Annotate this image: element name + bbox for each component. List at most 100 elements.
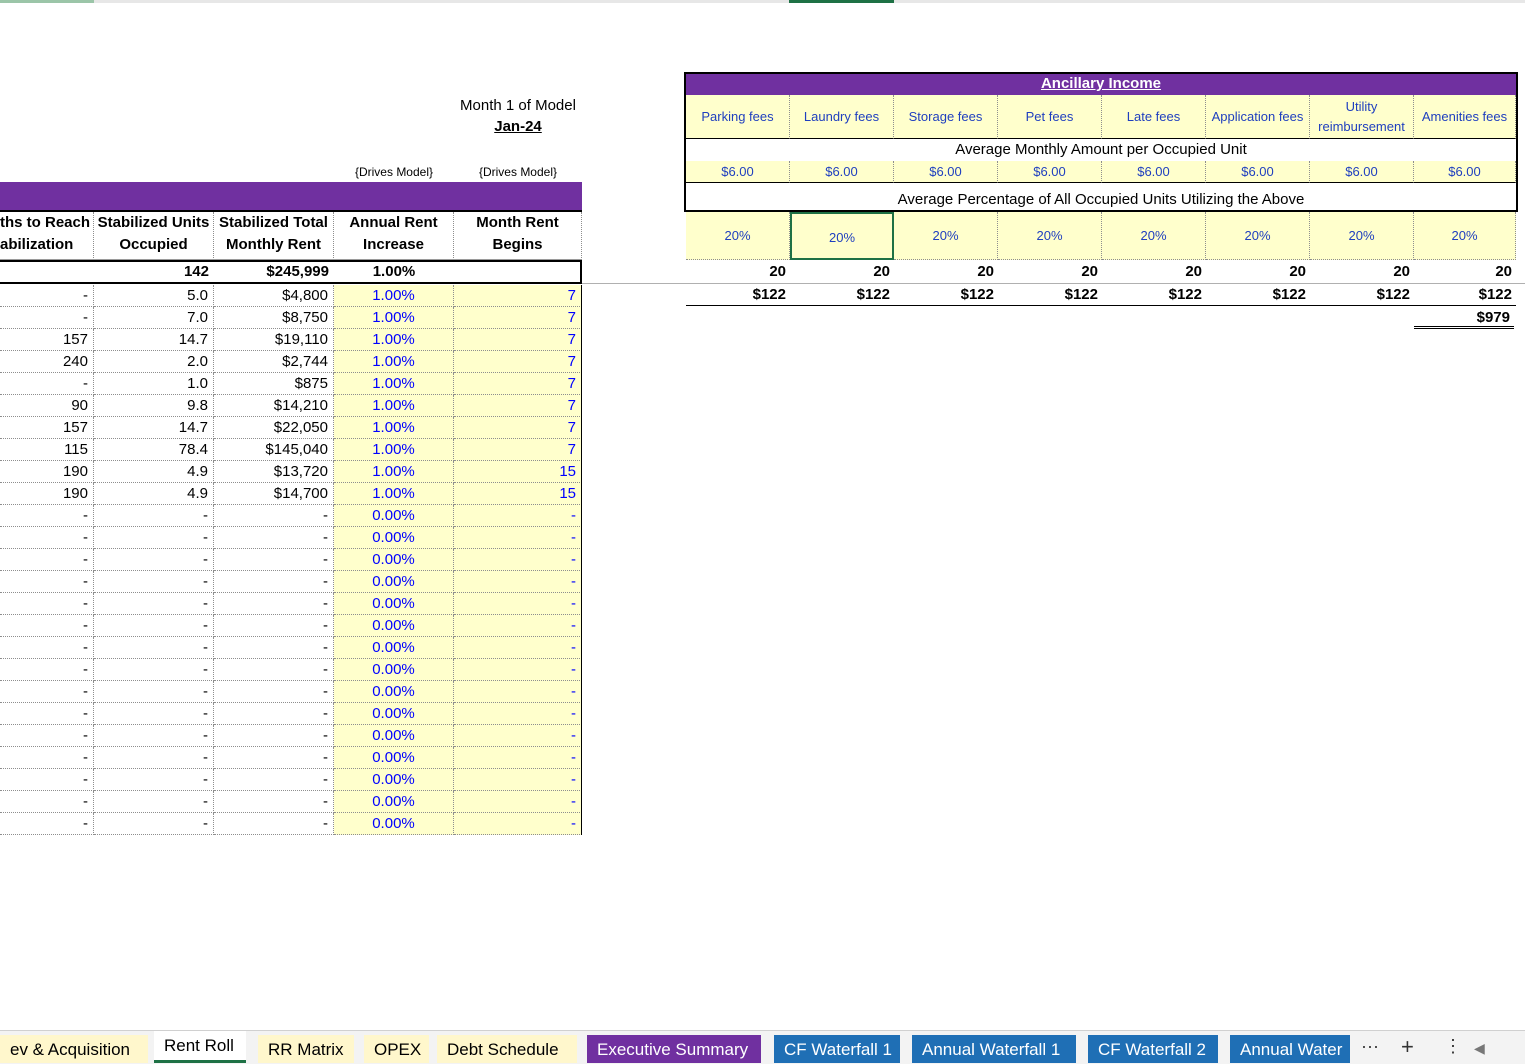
rent-cell[interactable]: - <box>454 747 582 769</box>
rent-cell: - <box>214 593 334 615</box>
sheet-tab[interactable]: Annual Water <box>1230 1035 1350 1063</box>
rent-cell[interactable]: 1.00% <box>334 483 454 505</box>
rent-cell[interactable]: 0.00% <box>334 769 454 791</box>
rent-cell[interactable]: 7 <box>454 373 582 395</box>
rent-col-header-line2: abilization <box>0 236 74 253</box>
rent-cell: - <box>214 659 334 681</box>
rent-cell[interactable]: - <box>454 791 582 813</box>
rent-cell[interactable]: - <box>454 703 582 725</box>
rent-cell: - <box>94 505 214 527</box>
rent-cell: 5.0 <box>94 285 214 307</box>
rent-cell[interactable]: 0.00% <box>334 505 454 527</box>
ancillary-pct-cell[interactable]: 20% <box>998 212 1102 260</box>
ancillary-pct-cell[interactable]: 20% <box>1310 212 1414 260</box>
rent-cell[interactable]: 1.00% <box>334 395 454 417</box>
rent-cell[interactable]: - <box>454 571 582 593</box>
ancillary-amount-cell[interactable]: $6.00 <box>998 161 1102 183</box>
rent-cell[interactable]: 0.00% <box>334 681 454 703</box>
scroll-left-icon[interactable]: ◀ <box>1474 1040 1485 1057</box>
add-sheet-icon[interactable]: + <box>1401 1034 1414 1060</box>
month-value[interactable]: Jan-24 <box>454 118 582 135</box>
ancillary-units-cell: 20 <box>1289 263 1306 280</box>
rent-cell: 9.8 <box>94 395 214 417</box>
ancillary-pct-cell[interactable]: 20% <box>790 212 894 260</box>
rent-cell[interactable]: 0.00% <box>334 703 454 725</box>
ancillary-amount-cell[interactable]: $6.00 <box>686 161 790 183</box>
rent-cell[interactable]: 0.00% <box>334 747 454 769</box>
rent-cell: - <box>94 637 214 659</box>
rent-cell[interactable]: 1.00% <box>334 329 454 351</box>
sheet-tab[interactable]: RR Matrix <box>258 1035 354 1063</box>
rent-cell[interactable]: 7 <box>454 417 582 439</box>
rent-cell[interactable]: 1.00% <box>334 351 454 373</box>
ancillary-pct-band: Average Percentage of All Occupied Units… <box>686 189 1516 211</box>
rent-cell[interactable]: - <box>454 769 582 791</box>
rent-cell[interactable]: 7 <box>454 439 582 461</box>
rent-cell[interactable]: 7 <box>454 351 582 373</box>
rent-cell[interactable]: 7 <box>454 395 582 417</box>
ancillary-pct-cell[interactable]: 20% <box>1102 212 1206 260</box>
rent-cell: 190 <box>0 461 94 483</box>
rent-cell[interactable]: - <box>454 659 582 681</box>
rent-cell[interactable]: 7 <box>454 285 582 307</box>
rent-cell: - <box>0 769 94 791</box>
rent-cell[interactable]: - <box>454 615 582 637</box>
month-label: Month 1 of Model <box>460 97 576 114</box>
rent-cell: 7.0 <box>94 307 214 329</box>
ancillary-pct-cell[interactable]: 20% <box>894 212 998 260</box>
rent-cell[interactable]: - <box>454 637 582 659</box>
rent-cell[interactable]: - <box>454 527 582 549</box>
ancillary-amount-cell[interactable]: $6.00 <box>894 161 998 183</box>
rent-cell[interactable]: - <box>454 549 582 571</box>
ancillary-col-header: Parking fees <box>686 95 790 139</box>
rent-cell[interactable]: 1.00% <box>334 373 454 395</box>
rent-cell[interactable]: 0.00% <box>334 549 454 571</box>
ancillary-pct-cell[interactable]: 20% <box>1206 212 1310 260</box>
rent-cell[interactable]: 0.00% <box>334 527 454 549</box>
sheet-tab[interactable]: CF Waterfall 1 <box>774 1035 900 1063</box>
rent-cell[interactable]: 0.00% <box>334 615 454 637</box>
rent-cell[interactable]: 7 <box>454 329 582 351</box>
sheet-tab[interactable]: Rent Roll <box>154 1031 246 1063</box>
rent-cell[interactable]: 1.00% <box>334 417 454 439</box>
rent-cell[interactable]: - <box>454 505 582 527</box>
rent-cell[interactable]: - <box>454 813 582 835</box>
rent-cell[interactable]: 0.00% <box>334 571 454 593</box>
rent-cell[interactable]: 1.00% <box>334 439 454 461</box>
options-icon[interactable]: ⋮ <box>1444 1036 1462 1057</box>
ancillary-amount-cell[interactable]: $6.00 <box>1310 161 1414 183</box>
ancillary-pct-cell[interactable]: 20% <box>686 212 790 260</box>
ancillary-amount-cell[interactable]: $6.00 <box>790 161 894 183</box>
rent-cell[interactable]: 1.00% <box>334 461 454 483</box>
rent-cell[interactable]: - <box>454 681 582 703</box>
rent-cell: - <box>214 637 334 659</box>
rent-cell[interactable]: 0.00% <box>334 725 454 747</box>
sheet-tab[interactable]: CF Waterfall 2 <box>1088 1035 1218 1063</box>
rent-cell[interactable]: 15 <box>454 461 582 483</box>
ancillary-amount-cell[interactable]: $6.00 <box>1414 161 1516 183</box>
sheet-tab[interactable]: Annual Waterfall 1 <box>912 1035 1076 1063</box>
rent-cell[interactable]: 0.00% <box>334 813 454 835</box>
rent-total-2: $245,999 <box>214 261 334 283</box>
sheet-tab[interactable]: Debt Schedule <box>437 1035 577 1063</box>
rent-cell[interactable]: 1.00% <box>334 307 454 329</box>
rent-cell[interactable]: - <box>454 725 582 747</box>
rent-cell[interactable]: 0.00% <box>334 637 454 659</box>
rent-cell[interactable]: 1.00% <box>334 285 454 307</box>
rent-cell[interactable]: 0.00% <box>334 791 454 813</box>
ancillary-pct-cell[interactable]: 20% <box>1414 212 1516 260</box>
ancillary-units-cell: 20 <box>873 263 890 280</box>
rent-cell[interactable]: 0.00% <box>334 593 454 615</box>
rent-cell[interactable]: 15 <box>454 483 582 505</box>
sheet-tab[interactable]: OPEX <box>364 1035 429 1063</box>
ancillary-amount-cell[interactable]: $6.00 <box>1206 161 1310 183</box>
ancillary-amount-cell[interactable]: $6.00 <box>1102 161 1206 183</box>
rent-cell[interactable]: 0.00% <box>334 659 454 681</box>
sheet-tab[interactable]: Executive Summary <box>587 1035 761 1063</box>
sheet-tab[interactable]: ev & Acquisition <box>0 1035 148 1063</box>
rent-cell[interactable]: 7 <box>454 307 582 329</box>
rent-cell: - <box>214 725 334 747</box>
rent-cell[interactable]: - <box>454 593 582 615</box>
rent-total-4 <box>454 261 582 283</box>
more-tabs-icon[interactable]: ··· <box>1361 1036 1379 1057</box>
